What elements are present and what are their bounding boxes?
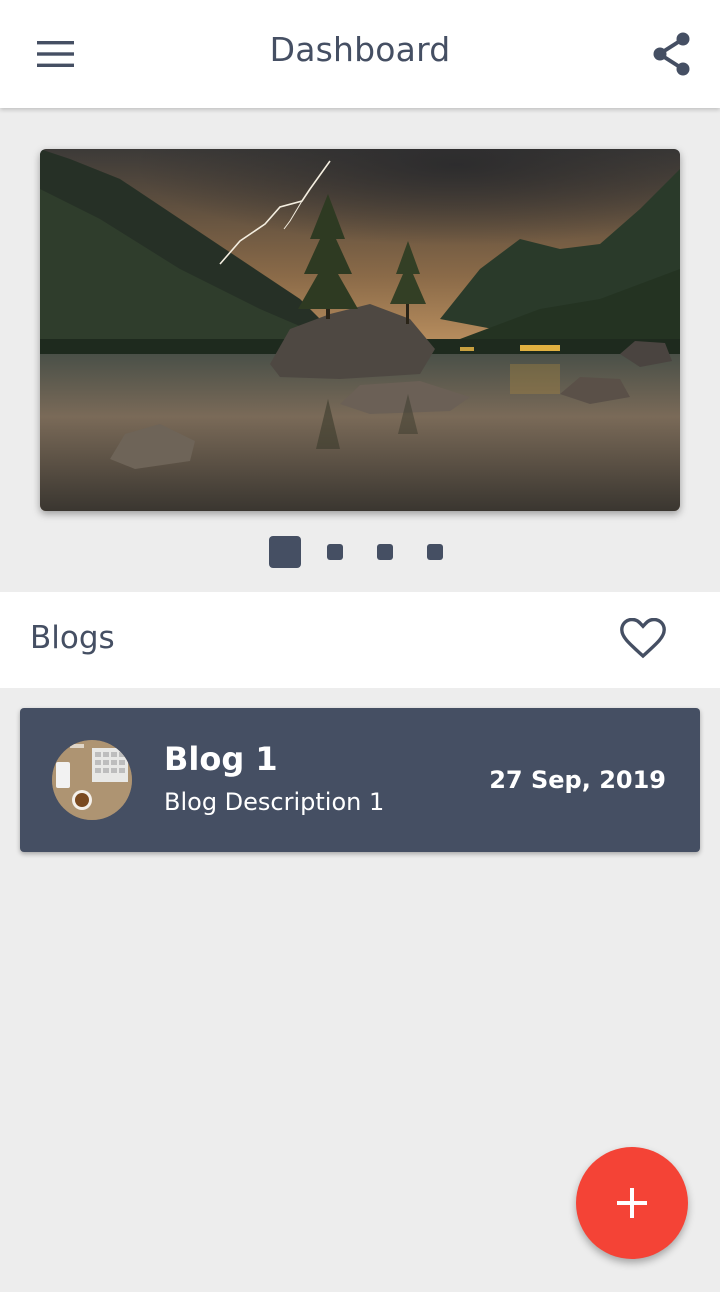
heart-outline-icon: [620, 617, 666, 659]
carousel-dot-3[interactable]: [377, 544, 393, 560]
share-button[interactable]: [646, 28, 698, 80]
landscape-image: [40, 149, 680, 511]
blog-title: Blog 1: [164, 740, 278, 778]
desk-image: [52, 740, 132, 820]
blog-date: 27 Sep, 2019: [489, 766, 666, 794]
plus-icon: [617, 1188, 647, 1218]
favorites-button[interactable]: [620, 617, 666, 662]
share-icon: [653, 32, 690, 76]
carousel-dot-4[interactable]: [427, 544, 443, 560]
blog-card[interactable]: Blog 1 Blog Description 1 27 Sep, 2019: [20, 708, 700, 852]
blogs-heading: Blogs: [30, 620, 115, 656]
carousel-dot-1[interactable]: [269, 536, 301, 568]
blog-avatar: [52, 740, 132, 820]
carousel-indicator: [0, 536, 720, 568]
page-title: Dashboard: [269, 30, 451, 69]
add-blog-button[interactable]: [576, 1147, 688, 1259]
app-bar: Dashboard: [0, 0, 720, 108]
image-carousel[interactable]: [40, 149, 680, 511]
blog-description: Blog Description 1: [164, 788, 385, 816]
carousel-dot-2[interactable]: [327, 544, 343, 560]
blogs-section-header: Blogs: [0, 592, 720, 688]
